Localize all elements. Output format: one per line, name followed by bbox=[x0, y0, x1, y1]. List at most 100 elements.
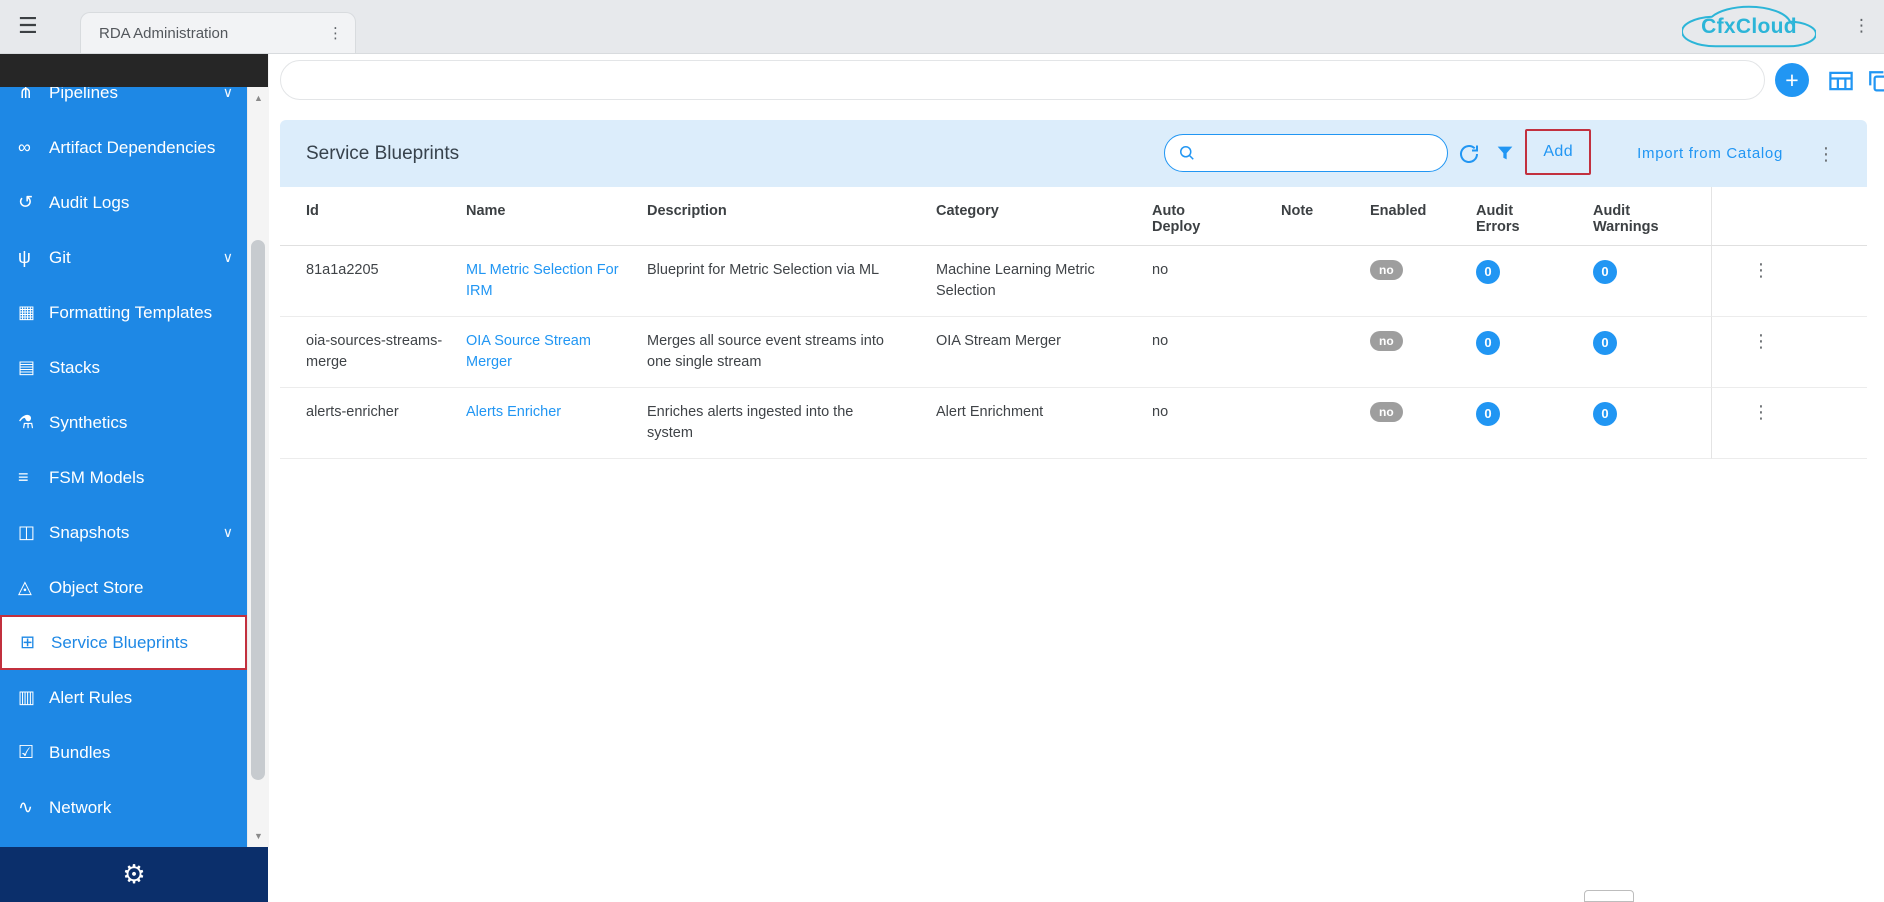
sidebar-item-synthetics[interactable]: ⚗ Synthetics bbox=[0, 395, 247, 450]
sidebar-item-formatting-templates[interactable]: ▦ Formatting Templates bbox=[0, 285, 247, 340]
row-actions-menu-icon[interactable]: ⋮ bbox=[1752, 331, 1770, 351]
blueprint-link[interactable]: Alerts Enricher bbox=[466, 404, 561, 420]
cell-audit-errors: 0 bbox=[1476, 317, 1593, 388]
audit-warnings-badge: 0 bbox=[1593, 402, 1617, 426]
column-header-note[interactable]: Note bbox=[1281, 187, 1370, 246]
cell-auto-deploy: no bbox=[1152, 317, 1281, 388]
copy-icon[interactable] bbox=[1864, 66, 1884, 96]
sidebar-item-label: Synthetics bbox=[49, 413, 233, 433]
sidebar-item-label: Git bbox=[49, 248, 223, 268]
screen: ☰ RDA Administration ⋮ CfxCloud ⋮ ⋔ Pipe… bbox=[0, 0, 1884, 902]
blueprints-table: Id Name Description Category Auto Deploy… bbox=[280, 187, 1867, 459]
cell-audit-errors: 0 bbox=[1476, 388, 1593, 459]
sidebar-item-git[interactable]: ψ Git ∨ bbox=[0, 230, 247, 285]
sidebar-item-object-store[interactable]: ◬ Object Store bbox=[0, 560, 247, 615]
git-icon: ψ bbox=[18, 247, 49, 268]
formatting-templates-icon: ▦ bbox=[18, 302, 49, 323]
hamburger-menu-icon[interactable]: ☰ bbox=[18, 13, 38, 39]
cell-name: Alerts Enricher bbox=[466, 388, 647, 459]
enabled-badge: no bbox=[1370, 402, 1403, 422]
column-header-enabled[interactable]: Enabled bbox=[1370, 187, 1476, 246]
sidebar-item-alert-rules[interactable]: ▥ Alert Rules bbox=[0, 670, 247, 725]
sidebar-footer: ⚙ bbox=[0, 847, 268, 902]
tab-menu-icon[interactable]: ⋮ bbox=[328, 24, 343, 42]
settings-gear-icon[interactable]: ⚙ bbox=[122, 859, 145, 890]
sidebar-item-label: FSM Models bbox=[49, 468, 233, 488]
sidebar-item-fsm-models[interactable]: ≡ FSM Models bbox=[0, 450, 247, 505]
chevron-down-icon: ∨ bbox=[223, 249, 233, 266]
column-header-auto-deploy[interactable]: Auto Deploy bbox=[1152, 187, 1281, 246]
import-from-catalog-button[interactable]: Import from Catalog bbox=[1631, 120, 1789, 187]
sidebar-item-label: Object Store bbox=[49, 578, 233, 598]
column-header-label: Audit Errors bbox=[1476, 203, 1540, 235]
blueprint-link[interactable]: OIA Source Stream Merger bbox=[466, 333, 591, 370]
cell-audit-errors: 0 bbox=[1476, 246, 1593, 317]
scrollbar-thumb[interactable] bbox=[251, 240, 265, 780]
cell-actions: ⋮ bbox=[1711, 246, 1867, 317]
sidebar-item-network[interactable]: ∿ Network bbox=[0, 780, 247, 835]
grid-view-icon[interactable] bbox=[1826, 66, 1856, 96]
sidebar-nav-list: ⋔ Pipelines ∨ ∞ Artifact Dependencies ↺ … bbox=[0, 65, 247, 835]
sidebar-item-snapshots[interactable]: ◫ Snapshots ∨ bbox=[0, 505, 247, 560]
cell-description: Enriches alerts ingested into the system bbox=[647, 388, 936, 459]
cell-enabled: no bbox=[1370, 317, 1476, 388]
sidebar-item-label: Stacks bbox=[49, 358, 233, 378]
cell-name: OIA Source Stream Merger bbox=[466, 317, 647, 388]
sidebar-item-bundles[interactable]: ☑ Bundles bbox=[0, 725, 247, 780]
description-text: Blueprint for Metric Selection via ML bbox=[647, 260, 879, 281]
sidebar-item-service-blueprints[interactable]: ⊞ Service Blueprints bbox=[0, 615, 247, 670]
pagination-partial[interactable] bbox=[1584, 890, 1634, 902]
cell-category: OIA Stream Merger bbox=[936, 317, 1152, 388]
cell-note bbox=[1281, 388, 1370, 459]
scroll-down-icon[interactable]: ▼ bbox=[248, 831, 269, 841]
row-actions-menu-icon[interactable]: ⋮ bbox=[1752, 260, 1770, 280]
add-button[interactable]: Add bbox=[1527, 131, 1589, 173]
cell-id: 81a1a2205 bbox=[280, 246, 466, 317]
page-title: Service Blueprints bbox=[306, 143, 459, 165]
cell-auto-deploy: no bbox=[1152, 246, 1281, 317]
service-blueprints-panel: Service Blueprints bbox=[280, 120, 1867, 459]
global-add-button[interactable]: + bbox=[1775, 63, 1809, 97]
browser-menu-icon[interactable]: ⋮ bbox=[1853, 16, 1870, 36]
cell-note bbox=[1281, 317, 1370, 388]
cell-auto-deploy: no bbox=[1152, 388, 1281, 459]
column-header-audit-errors[interactable]: Audit Errors bbox=[1476, 187, 1593, 246]
search-input[interactable] bbox=[1205, 144, 1435, 162]
cell-description: Blueprint for Metric Selection via ML bbox=[647, 246, 936, 317]
object-store-icon: ◬ bbox=[18, 577, 49, 598]
sidebar-item-stacks[interactable]: ▤ Stacks bbox=[0, 340, 247, 395]
service-blueprints-icon: ⊞ bbox=[20, 632, 51, 653]
audit-warnings-badge: 0 bbox=[1593, 331, 1617, 355]
sidebar-item-audit-logs[interactable]: ↺ Audit Logs bbox=[0, 175, 247, 230]
column-header-audit-warnings[interactable]: Audit Warnings bbox=[1593, 187, 1711, 246]
sidebar-scrollbar[interactable]: ▲ ▼ bbox=[247, 53, 269, 847]
cell-actions: ⋮ bbox=[1711, 388, 1867, 459]
sidebar-item-label: Bundles bbox=[49, 743, 233, 763]
filter-icon[interactable] bbox=[1494, 142, 1518, 166]
cell-description: Merges all source event streams into one… bbox=[647, 317, 936, 388]
sidebar: ⋔ Pipelines ∨ ∞ Artifact Dependencies ↺ … bbox=[0, 53, 247, 902]
column-header-description[interactable]: Description bbox=[647, 187, 936, 246]
column-header-label: Audit Warnings bbox=[1593, 203, 1657, 235]
sidebar-item-artifact-dependencies[interactable]: ∞ Artifact Dependencies bbox=[0, 120, 247, 175]
search-box[interactable] bbox=[1164, 134, 1448, 172]
search-icon bbox=[1177, 143, 1197, 163]
add-annotation-box: Add bbox=[1525, 129, 1591, 175]
blueprint-link[interactable]: ML Metric Selection For IRM bbox=[466, 262, 619, 299]
network-icon: ∿ bbox=[18, 797, 49, 818]
row-actions-menu-icon[interactable]: ⋮ bbox=[1752, 402, 1770, 422]
panel-menu-icon[interactable]: ⋮ bbox=[1817, 144, 1835, 165]
column-header-name[interactable]: Name bbox=[466, 187, 647, 246]
scroll-up-icon[interactable]: ▲ bbox=[248, 93, 269, 103]
browser-tab[interactable]: RDA Administration ⋮ bbox=[80, 12, 356, 53]
panel-header: Service Blueprints bbox=[280, 120, 1867, 187]
column-header-id[interactable]: Id bbox=[280, 187, 466, 246]
sidebar-item-label: Service Blueprints bbox=[51, 633, 231, 653]
global-search-input[interactable] bbox=[280, 60, 1765, 100]
column-header-category[interactable]: Category bbox=[936, 187, 1152, 246]
column-header-actions bbox=[1711, 187, 1867, 246]
refresh-icon[interactable] bbox=[1457, 142, 1481, 166]
artifact-dependencies-icon: ∞ bbox=[18, 137, 49, 158]
enabled-badge: no bbox=[1370, 331, 1403, 351]
stacks-icon: ▤ bbox=[18, 357, 49, 378]
